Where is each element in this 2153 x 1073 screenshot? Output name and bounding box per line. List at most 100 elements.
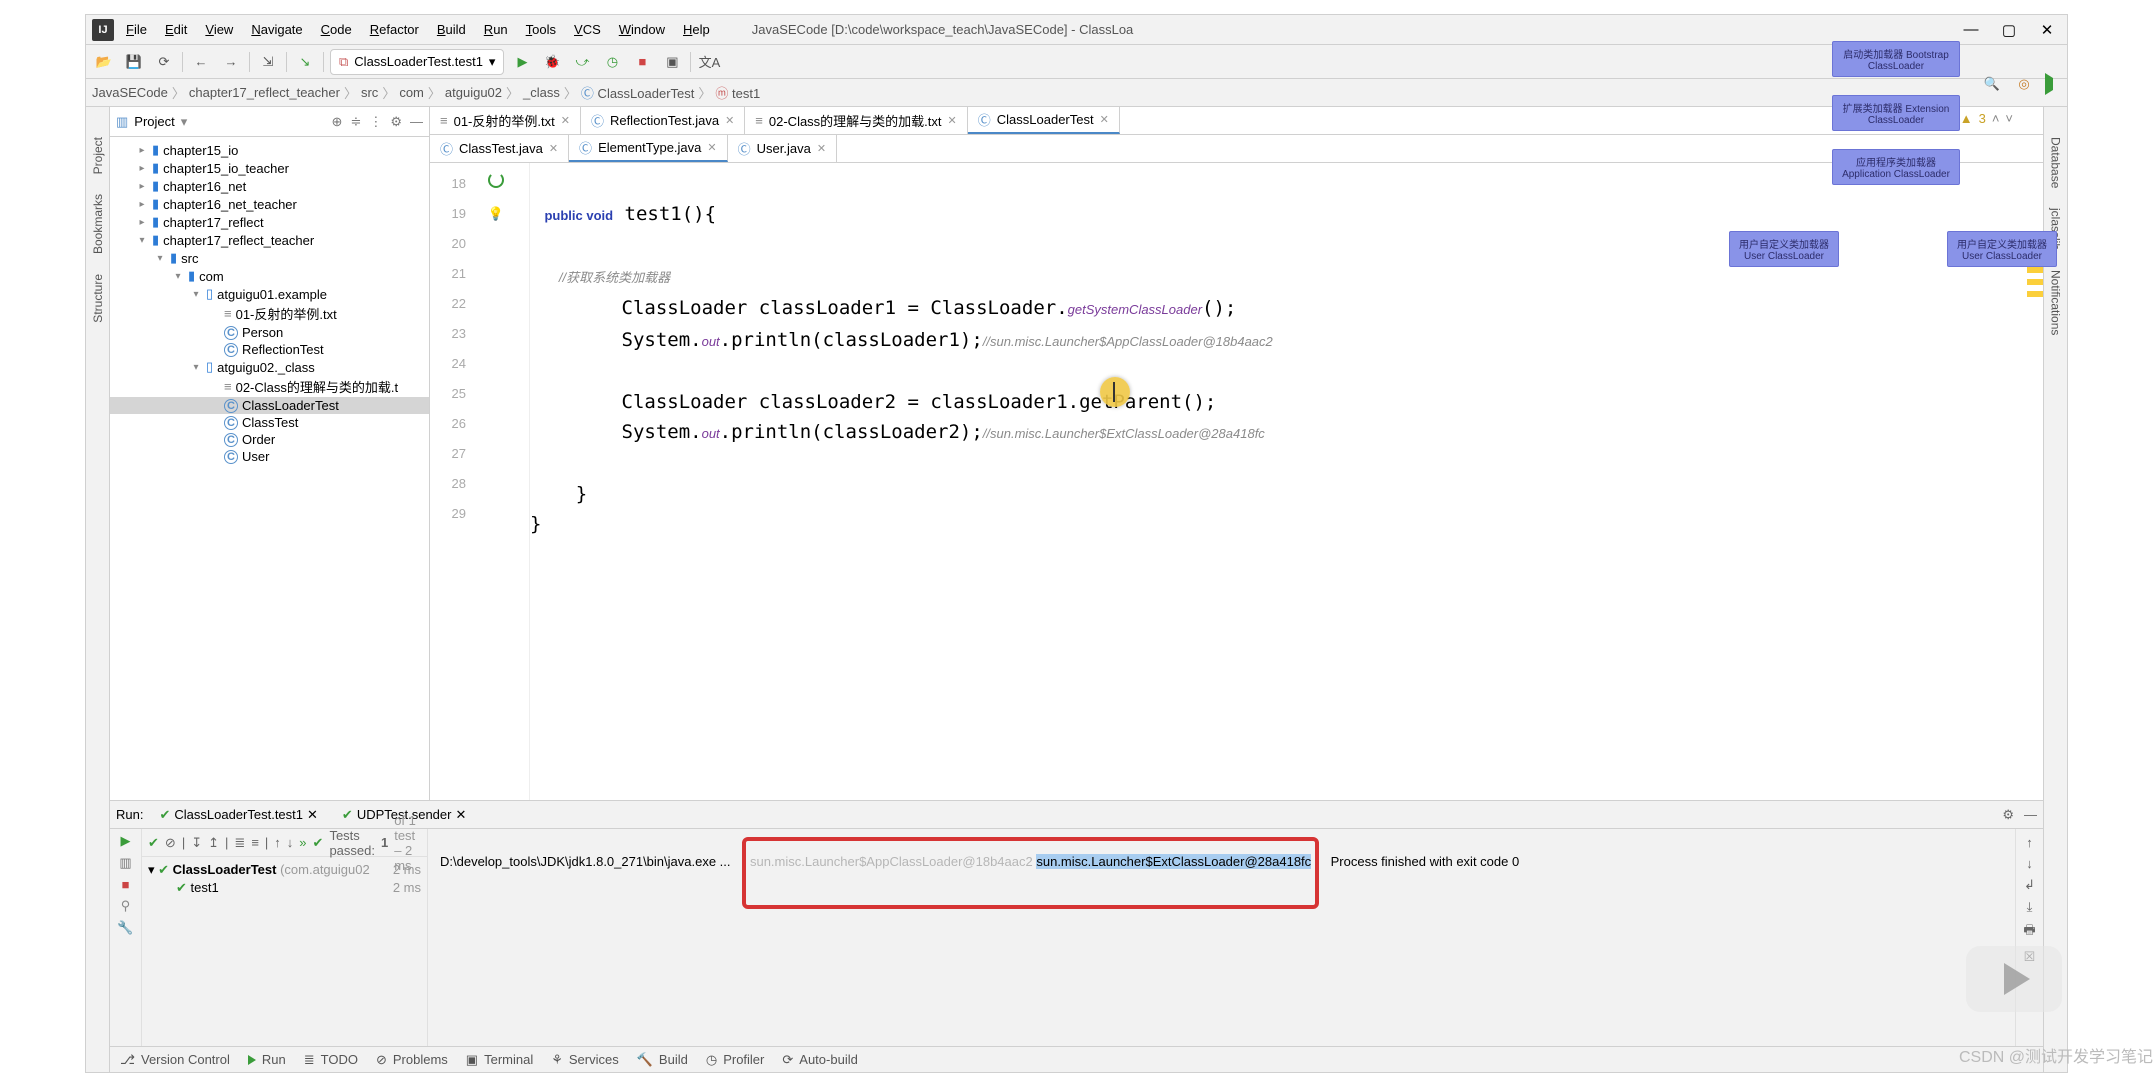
tree-item[interactable]: CClassLoaderTest bbox=[110, 397, 429, 414]
menu-tools[interactable]: Tools bbox=[518, 18, 564, 41]
tree-item[interactable]: CClassTest bbox=[110, 414, 429, 431]
tree-item[interactable]: ▸▮chapter15_io_teacher bbox=[110, 159, 429, 177]
open-icon[interactable]: 📂 bbox=[92, 50, 116, 74]
debug-icon[interactable]: 🐞 bbox=[540, 50, 564, 74]
passed-filter-icon[interactable]: ✔ bbox=[148, 835, 159, 851]
stop-icon[interactable]: ■ bbox=[630, 50, 654, 74]
collapse-icon[interactable]: ≡ bbox=[251, 835, 259, 850]
stop2-icon[interactable]: ▣ bbox=[660, 50, 684, 74]
up-icon[interactable]: ↑ bbox=[274, 835, 281, 850]
hide-icon[interactable]: — bbox=[410, 114, 423, 130]
side-bookmarks[interactable]: Bookmarks bbox=[91, 194, 105, 254]
run-coverage-icon[interactable]: ⤻ bbox=[570, 50, 594, 74]
close-icon[interactable]: ✕ bbox=[549, 142, 558, 155]
status-auto-build[interactable]: ⟳Auto-build bbox=[782, 1052, 857, 1068]
tree-item[interactable]: CPerson bbox=[110, 324, 429, 341]
collapse-icon[interactable]: ⋮ bbox=[369, 114, 382, 130]
tree-item[interactable]: ▾▮chapter17_reflect_teacher bbox=[110, 231, 429, 249]
tree-item[interactable]: ≡02-Class的理解与类的加载.t bbox=[110, 376, 429, 397]
crumb-item[interactable]: _class bbox=[523, 85, 560, 100]
editor-tab[interactable]: ⒸElementType.java✕ bbox=[569, 135, 728, 162]
locate-icon[interactable]: ⊕ bbox=[332, 114, 343, 130]
status-terminal[interactable]: ▣Terminal bbox=[466, 1052, 533, 1068]
tree-item[interactable]: ▸▮chapter16_net_teacher bbox=[110, 195, 429, 213]
failed-filter-icon[interactable]: ⊘ bbox=[165, 835, 176, 851]
sort-icon[interactable]: ↧ bbox=[191, 835, 202, 851]
chevron-down-icon[interactable]: ▾ bbox=[181, 114, 188, 130]
status-todo[interactable]: ≣TODO bbox=[304, 1052, 358, 1068]
run-tab-1[interactable]: ✔ClassLoaderTest.test1✕ bbox=[151, 805, 325, 825]
save-icon[interactable]: 💾 bbox=[122, 50, 146, 74]
status-services[interactable]: ⚘Services bbox=[551, 1052, 619, 1068]
menu-build[interactable]: Build bbox=[429, 18, 474, 41]
status-run[interactable]: Run bbox=[248, 1052, 286, 1067]
tree-item[interactable]: ≡01-反射的举例.txt bbox=[110, 303, 429, 324]
menu-refactor[interactable]: Refactor bbox=[362, 18, 427, 41]
status-version-control[interactable]: ⎇Version Control bbox=[120, 1052, 230, 1068]
editor-tab[interactable]: ⒸReflectionTest.java✕ bbox=[581, 107, 745, 134]
crumb-item[interactable]: Ⓒ ClassLoaderTest bbox=[581, 83, 694, 102]
tree-item[interactable]: ▸▮chapter16_net bbox=[110, 177, 429, 195]
menu-vcs[interactable]: VCS bbox=[566, 18, 609, 41]
tree-item[interactable]: ▾▮com bbox=[110, 267, 429, 285]
down-icon[interactable]: ↓ bbox=[287, 835, 294, 850]
editor-tab[interactable]: ⒸUser.java✕ bbox=[728, 135, 837, 162]
test-root-row[interactable]: ▾ ✔ ClassLoaderTest (com.atguigu02 2 ms bbox=[148, 861, 421, 879]
hierarchy-icon[interactable]: ⇲ bbox=[256, 50, 280, 74]
menu-edit[interactable]: Edit bbox=[157, 18, 195, 41]
rerun-icon[interactable]: ▶ bbox=[121, 833, 131, 849]
menu-window[interactable]: Window bbox=[611, 18, 673, 41]
menu-navigate[interactable]: Navigate bbox=[243, 18, 310, 41]
scroll-down-icon[interactable]: ↓ bbox=[2026, 856, 2033, 871]
tree-item[interactable]: CUser bbox=[110, 448, 429, 465]
console-output[interactable]: D:\develop_tools\JDK\jdk1.8.0_271\bin\ja… bbox=[428, 829, 2015, 1046]
status-problems[interactable]: ⊘Problems bbox=[376, 1052, 448, 1068]
status-build[interactable]: 🔨Build bbox=[637, 1052, 688, 1068]
editor-tab[interactable]: ≡01-反射的举例.txt✕ bbox=[430, 107, 581, 134]
profile-icon[interactable]: ◷ bbox=[600, 50, 624, 74]
menu-run[interactable]: Run bbox=[476, 18, 516, 41]
tree-item[interactable]: ▸▮chapter17_reflect bbox=[110, 213, 429, 231]
sort2-icon[interactable]: ↥ bbox=[208, 835, 219, 851]
expand-icon[interactable]: ≑ bbox=[350, 114, 361, 130]
crumb-item[interactable]: ⓜ test1 bbox=[715, 83, 760, 102]
tree-item[interactable]: COrder bbox=[110, 431, 429, 448]
crumb-item[interactable]: chapter17_reflect_teacher bbox=[189, 85, 340, 100]
editor-tab[interactable]: ⒸClassLoaderTest✕ bbox=[968, 107, 1120, 134]
stop-icon[interactable]: ■ bbox=[122, 877, 130, 892]
project-label[interactable]: Project bbox=[134, 114, 174, 129]
close-icon[interactable]: ✕ bbox=[725, 114, 734, 127]
editor-tab[interactable]: ≡02-Class的理解与类的加载.txt✕ bbox=[745, 107, 967, 134]
back-icon[interactable]: ← bbox=[189, 50, 213, 74]
run-icon[interactable]: ▶ bbox=[510, 50, 534, 74]
pin-icon[interactable]: ⚲ bbox=[121, 898, 131, 914]
toggle-filter-icon[interactable]: ▥ bbox=[119, 855, 131, 871]
rerun-gutter-icon[interactable] bbox=[488, 172, 504, 188]
tree-item[interactable]: ▸▮chapter15_io bbox=[110, 141, 429, 159]
soft-wrap-icon[interactable]: ↲ bbox=[2024, 877, 2035, 893]
menu-file[interactable]: File bbox=[118, 18, 155, 41]
forward-icon[interactable]: → bbox=[219, 50, 243, 74]
side-project[interactable]: Project bbox=[91, 137, 105, 174]
tree-item[interactable]: ▾▯atguigu02._class bbox=[110, 358, 429, 376]
hide-icon[interactable]: — bbox=[2024, 807, 2037, 823]
settings-icon[interactable]: ⚙ bbox=[390, 114, 402, 130]
status-profiler[interactable]: ◷Profiler bbox=[706, 1052, 765, 1068]
reload-icon[interactable]: ⟳ bbox=[152, 50, 176, 74]
expand-icon[interactable]: ≣ bbox=[234, 835, 245, 851]
test-child-row[interactable]: ✔ test1 2 ms bbox=[148, 879, 421, 897]
close-icon[interactable]: ✕ bbox=[307, 807, 318, 823]
close-icon[interactable]: ✕ bbox=[561, 114, 570, 127]
editor-tab[interactable]: ⒸClassTest.java✕ bbox=[430, 135, 569, 162]
close-icon[interactable]: ✕ bbox=[455, 807, 466, 823]
translate-icon[interactable]: 文A bbox=[697, 50, 721, 74]
tree-item[interactable]: ▾▯atguigu01.example bbox=[110, 285, 429, 303]
print-icon[interactable]: 🖶 bbox=[2023, 921, 2035, 943]
crumb-item[interactable]: src bbox=[361, 85, 378, 100]
menu-code[interactable]: Code bbox=[313, 18, 360, 41]
close-icon[interactable]: ✕ bbox=[817, 142, 826, 155]
wrench-icon[interactable]: 🔧 bbox=[117, 920, 133, 936]
close-icon[interactable]: ✕ bbox=[948, 114, 957, 127]
crumb-item[interactable]: atguigu02 bbox=[445, 85, 502, 100]
crumb-item[interactable]: com bbox=[399, 85, 424, 100]
